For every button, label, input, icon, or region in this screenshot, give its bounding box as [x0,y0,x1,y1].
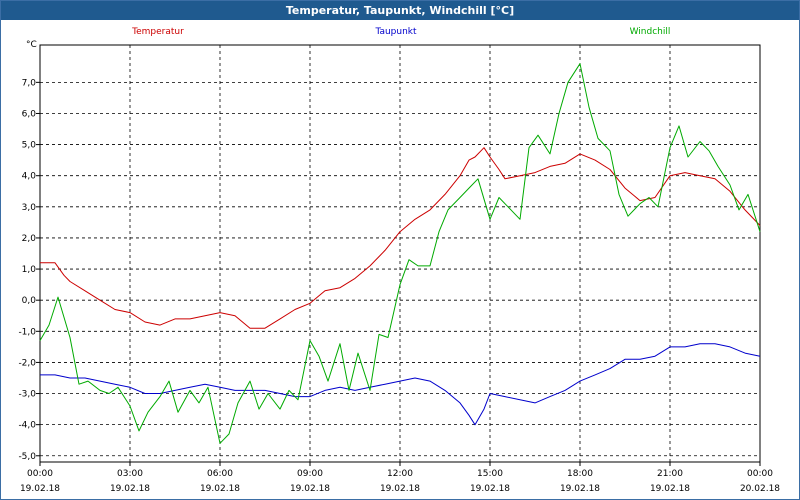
x-tick-date-label: 19.02.18 [650,484,690,494]
y-tick-label: 7,0 [22,78,37,88]
y-tick-label: -2,0 [18,358,36,368]
legend-item-temperatur: Temperatur [131,27,184,37]
series-lines [39,63,761,444]
grid [40,45,760,462]
y-tick-label: -1,0 [18,327,36,337]
y-tick-label: 3,0 [22,203,37,213]
x-tick-date-label: 20.02.18 [740,484,780,494]
x-tick-date-label: 19.02.18 [20,484,60,494]
y-tick-label: 6,0 [22,109,37,119]
x-axis-ticks: 00:00 19.02.18 03:00 19.02.18 06:00 19.02.18 0… [20,462,780,494]
x-tick-date-label: 19.02.18 [290,484,330,494]
y-tick-label: 1,0 [22,265,37,275]
y-axis-unit: °C [26,40,37,50]
x-tick-date-label: 19.02.18 [470,484,510,494]
x-tick-time-label: 21:00 [657,469,683,479]
chart: -5,0 -4,0 -3,0 -2,0 -1,0 0,0 1,0 2,0 3,0 4,0 5,0 6,… [18,27,780,494]
x-tick-time-label: 09:00 [297,469,323,479]
y-tick-label: 4,0 [22,172,37,182]
x-tick-date-label: 19.02.18 [200,484,240,494]
y-tick-label: -5,0 [18,452,36,462]
x-tick-time-label: 15:00 [477,469,503,479]
y-tick-label: -4,0 [18,421,36,431]
legend-item-taupunkt: Taupunkt [374,27,417,37]
y-axis-ticks: -5,0 -4,0 -3,0 -2,0 -1,0 0,0 1,0 2,0 3,0 4,0 5,0 6,… [18,78,40,462]
y-tick-label: -3,0 [18,390,36,400]
x-tick-date-label: 19.02.18 [110,484,150,494]
x-tick-date-label: 19.02.18 [560,484,600,494]
x-tick-time-label: 00:00 [27,469,53,479]
x-tick-date-label: 19.02.18 [380,484,420,494]
x-tick-time-label: 12:00 [387,469,413,479]
legend-item-windchill: Windchill [630,27,671,37]
series-line-windchill [39,63,761,444]
legend: Temperatur Taupunkt Windchill [131,27,670,37]
x-tick-time-label: 03:00 [117,469,143,479]
x-tick-time-label: 06:00 [207,469,233,479]
y-tick-label: 2,0 [22,234,37,244]
y-tick-label: 5,0 [22,141,37,151]
x-tick-time-label: 18:00 [567,469,593,479]
x-tick-time-label: 00:00 [747,469,773,479]
y-tick-label: 0,0 [22,296,37,306]
